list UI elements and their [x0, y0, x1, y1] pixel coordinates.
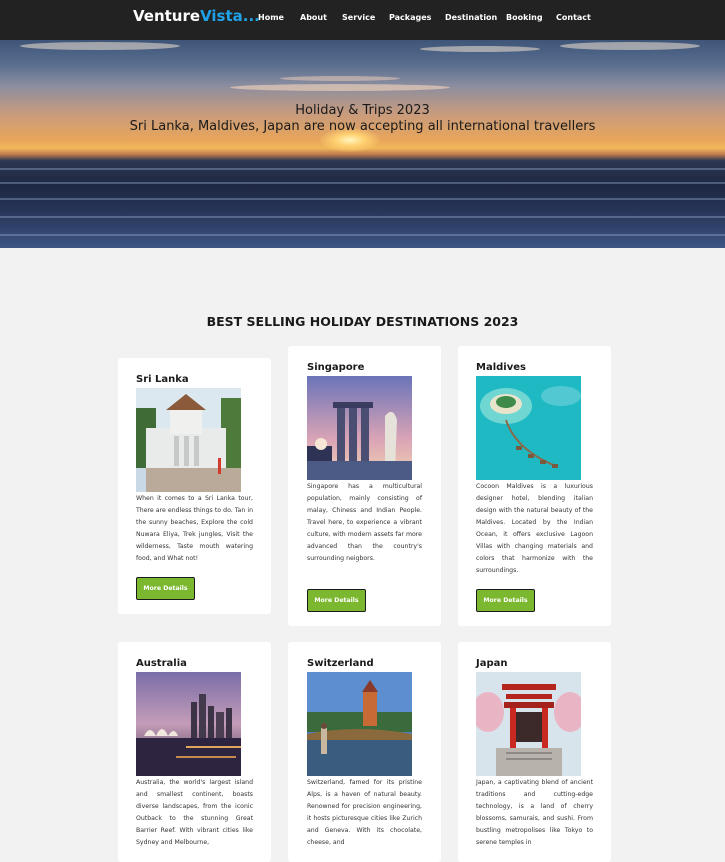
cloud-shape — [280, 76, 400, 81]
nav-destination[interactable]: Destination — [445, 13, 497, 22]
nav-contact[interactable]: Contact — [556, 13, 591, 22]
hero-text: Holiday & Trips 2023 Sri Lanka, Maldives… — [0, 103, 725, 135]
cloud-shape — [230, 84, 450, 91]
more-details-button[interactable]: More Details — [476, 589, 535, 612]
card-title: Switzerland — [307, 658, 374, 669]
wave-line — [0, 234, 725, 236]
card-title: Australia — [136, 658, 187, 669]
card-title: Maldives — [476, 362, 526, 373]
destination-card: Australia Australia, the world's largest… — [118, 642, 271, 862]
destination-card: Maldives Cocoon Maldives is a luxurious … — [458, 346, 611, 626]
card-image-maldives — [476, 376, 581, 480]
wave-line — [0, 168, 725, 170]
logo[interactable]: VentureVista... — [133, 7, 260, 25]
wave-line — [0, 182, 725, 184]
destination-card: Sri Lanka When it comes to a Sri Lanka t… — [118, 358, 271, 614]
card-description: Cocoon Maldives is a luxurious designer … — [476, 483, 593, 574]
hero-subtitle: Sri Lanka, Maldives, Japan are now accep… — [129, 119, 596, 134]
wave-line — [0, 198, 725, 200]
section-title: BEST SELLING HOLIDAY DESTINATIONS 2023 — [206, 314, 519, 329]
wave-line — [0, 216, 725, 218]
nav-service[interactable]: Service — [342, 13, 375, 22]
card-image-switzerland — [307, 672, 412, 776]
card-title: Singapore — [307, 362, 365, 373]
nav-about[interactable]: About — [300, 13, 327, 22]
hero-title: Holiday & Trips 2023 — [295, 103, 430, 118]
destination-card: Switzerland Switzerland, famed for its p… — [288, 642, 441, 862]
card-title: Japan — [476, 658, 508, 669]
card-image-sri-lanka — [136, 388, 241, 492]
card-image-australia — [136, 672, 241, 776]
card-description: Switzerland, famed for its pristine Alps… — [307, 779, 422, 846]
hero-banner: Holiday & Trips 2023 Sri Lanka, Maldives… — [0, 40, 725, 248]
cloud-shape — [560, 42, 700, 50]
destination-card: Singapore Singapore has a multicultural … — [288, 346, 441, 626]
nav-booking[interactable]: Booking — [506, 13, 543, 22]
card-title: Sri Lanka — [136, 374, 189, 385]
destination-card: Japan Japan, a captivating blend of anci… — [458, 642, 611, 862]
card-image-singapore — [307, 376, 412, 480]
card-description: Singapore has a multicultural population… — [307, 483, 422, 562]
more-details-button[interactable]: More Details — [307, 589, 366, 612]
navbar: VentureVista... Home About Service Packa… — [0, 0, 725, 40]
card-image-japan — [476, 672, 581, 776]
logo-main: Venture — [133, 7, 201, 25]
card-description: Australia, the world's largest island an… — [136, 779, 253, 846]
nav-home[interactable]: Home — [258, 13, 284, 22]
card-description: When it comes to a Sri Lanka tour, There… — [136, 495, 253, 562]
cloud-shape — [20, 42, 180, 50]
nav-packages[interactable]: Packages — [389, 13, 431, 22]
cloud-shape — [420, 46, 540, 52]
card-description: Japan, a captivating blend of ancient tr… — [476, 779, 593, 846]
more-details-button[interactable]: More Details — [136, 577, 195, 600]
logo-accent: Vista... — [200, 7, 260, 25]
